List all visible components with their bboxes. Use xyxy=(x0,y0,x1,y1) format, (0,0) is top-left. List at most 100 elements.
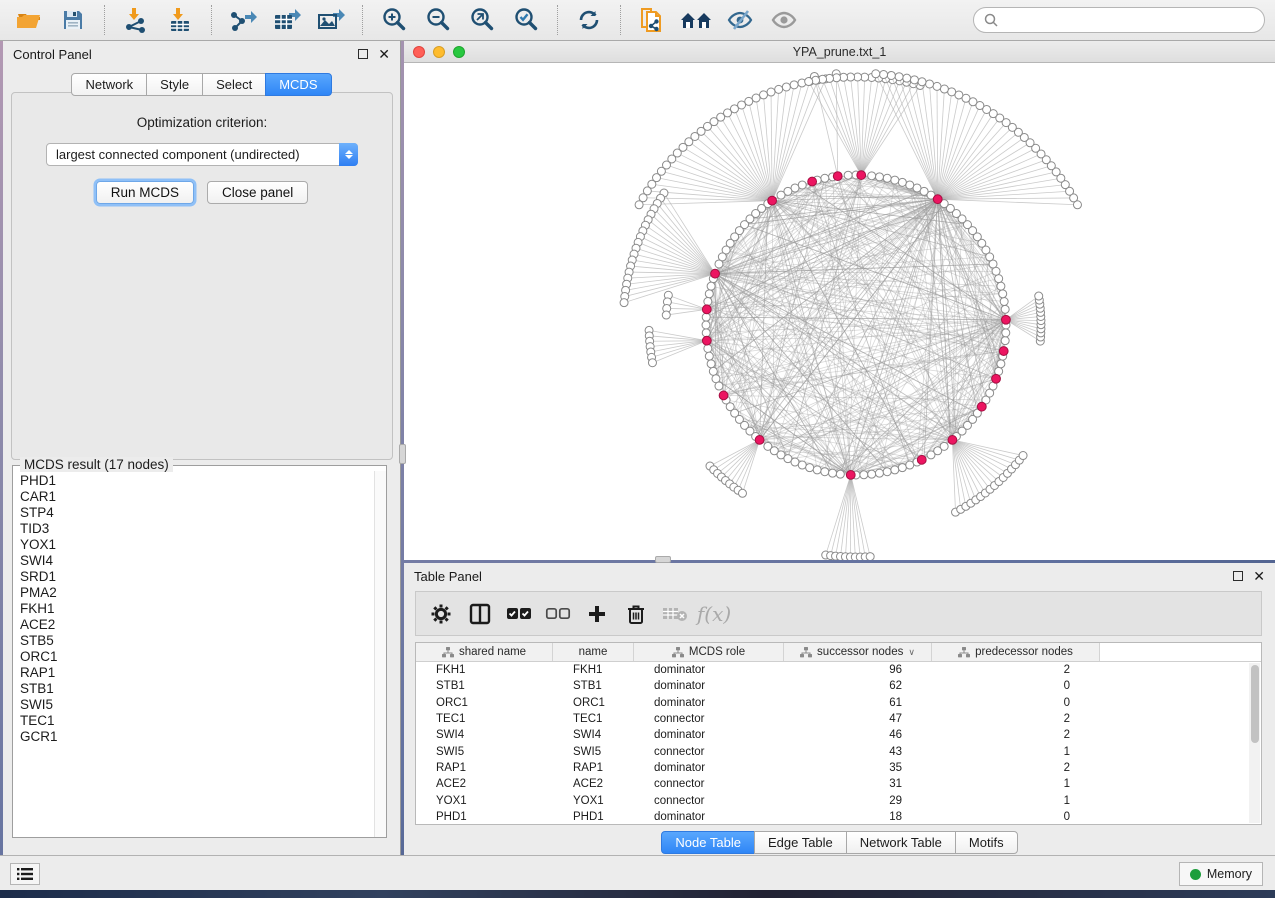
table-scrollbar[interactable] xyxy=(1249,663,1260,823)
table-row[interactable]: ORC1ORC1dominator610 xyxy=(416,695,1261,711)
search-input[interactable] xyxy=(1004,13,1254,28)
table-row[interactable]: PHD1PHD1dominator180 xyxy=(416,809,1261,825)
table-panel-titlebar: Table Panel ✕ xyxy=(404,563,1275,589)
cell-successor_nodes: 31 xyxy=(784,778,932,790)
table-row[interactable]: FKH1FKH1dominator962 xyxy=(416,662,1261,678)
desktop-wallpaper xyxy=(0,890,1275,898)
import-table-icon[interactable] xyxy=(161,4,199,36)
column-header-MCDS-role[interactable]: MCDS role xyxy=(634,643,784,661)
export-image-icon[interactable] xyxy=(312,4,350,36)
column-label: name xyxy=(579,646,608,658)
close-table-panel-icon[interactable]: ✕ xyxy=(1253,569,1265,583)
column-header-successor-nodes[interactable]: successor nodes∨ xyxy=(784,643,932,661)
table-row[interactable]: SWI4SWI4dominator462 xyxy=(416,727,1261,743)
cell-mcds_role: connector xyxy=(634,746,784,758)
cell-name: RAP1 xyxy=(553,762,634,774)
delete-column-icon[interactable] xyxy=(619,598,653,630)
table-scrollbar-thumb[interactable] xyxy=(1251,665,1259,743)
cell-predecessor_nodes: 0 xyxy=(932,697,1100,709)
table-row[interactable]: YOX1YOX1connector291 xyxy=(416,792,1261,808)
tab-style[interactable]: Style xyxy=(146,73,203,96)
column-label: MCDS role xyxy=(689,646,745,658)
column-header-shared-name[interactable]: shared name xyxy=(416,643,553,661)
first-neighbors-icon[interactable] xyxy=(677,4,715,36)
sort-down-icon: ∨ xyxy=(908,647,915,658)
refresh-icon[interactable] xyxy=(570,4,608,36)
cytoscape-app: Control Panel ✕ NetworkStyleSelectMCDS O… xyxy=(0,0,1275,898)
tab-mcds[interactable]: MCDS xyxy=(265,73,331,96)
tab-network[interactable]: Network xyxy=(71,73,147,96)
horizontal-splitter-handle[interactable] xyxy=(655,556,671,563)
cell-successor_nodes: 62 xyxy=(784,680,932,692)
node-table-header: shared name name MCDS role successor nodes∨… xyxy=(416,643,1261,662)
mcds-result-list[interactable]: PHD1CAR1STP4TID3YOX1SWI4SRD1PMA2FKH1ACE2… xyxy=(13,471,374,837)
table-row[interactable]: TEC1TEC1connector472 xyxy=(416,711,1261,727)
hide-columns-icon[interactable] xyxy=(541,598,575,630)
criterion-select[interactable]: largest connected component (undirected) xyxy=(46,143,358,166)
mcds-result-scrollbar[interactable] xyxy=(374,471,386,837)
add-column-icon[interactable] xyxy=(580,598,614,630)
cell-mcds_role: dominator xyxy=(634,729,784,741)
memory-status-icon xyxy=(1190,869,1201,880)
run-mcds-button[interactable]: Run MCDS xyxy=(96,181,194,204)
cell-successor_nodes: 46 xyxy=(784,729,932,741)
control-tabs: NetworkStyleSelectMCDS xyxy=(3,73,400,96)
clone-network-icon[interactable] xyxy=(633,4,671,36)
memory-button[interactable]: Memory xyxy=(1179,862,1263,886)
zoom-in-icon[interactable] xyxy=(375,4,413,36)
cell-mcds_role: connector xyxy=(634,713,784,725)
zoom-fit-icon[interactable] xyxy=(463,4,501,36)
tab-select[interactable]: Select xyxy=(202,73,266,96)
show-panels-button[interactable] xyxy=(10,863,40,885)
export-table-icon[interactable] xyxy=(268,4,306,36)
result-node: RAP1 xyxy=(20,665,374,681)
save-session-icon[interactable] xyxy=(54,4,92,36)
delete-table-icon[interactable] xyxy=(658,598,692,630)
table-row[interactable]: SWI5SWI5connector431 xyxy=(416,743,1261,759)
zoom-out-icon[interactable] xyxy=(419,4,457,36)
close-panel-button[interactable]: Close panel xyxy=(207,181,308,204)
show-all-icon[interactable] xyxy=(765,4,803,36)
table-panel: Table Panel ✕ xyxy=(404,563,1275,855)
tab-edge-table[interactable]: Edge Table xyxy=(754,831,847,854)
table-row[interactable]: STB1STB1dominator620 xyxy=(416,678,1261,694)
shared-column-icon xyxy=(442,647,454,658)
network-canvas[interactable] xyxy=(404,63,1275,560)
cell-name: SWI4 xyxy=(553,729,634,741)
result-node: YOX1 xyxy=(20,537,374,553)
cell-mcds_role: connector xyxy=(634,778,784,790)
cell-shared_name: TEC1 xyxy=(416,713,553,725)
table-toolbar: f(x) xyxy=(415,591,1262,636)
toolbar-separator xyxy=(362,5,363,35)
tab-motifs[interactable]: Motifs xyxy=(955,831,1018,854)
open-session-icon[interactable] xyxy=(10,4,48,36)
vertical-splitter-handle[interactable] xyxy=(399,444,406,464)
column-header-name[interactable]: name xyxy=(553,643,634,661)
hide-selected-icon[interactable] xyxy=(721,4,759,36)
table-row[interactable]: RAP1RAP1dominator352 xyxy=(416,760,1261,776)
import-network-icon[interactable] xyxy=(117,4,155,36)
export-network-icon[interactable] xyxy=(224,4,262,36)
criterion-selected-value: largest connected component (undirected) xyxy=(47,147,339,162)
shared-column-icon xyxy=(958,647,970,658)
table-row[interactable]: ACE2ACE2connector311 xyxy=(416,776,1261,792)
cell-predecessor_nodes: 0 xyxy=(932,811,1100,823)
cell-successor_nodes: 43 xyxy=(784,746,932,758)
search-field[interactable] xyxy=(973,7,1265,33)
float-table-panel-icon[interactable] xyxy=(1233,571,1243,581)
column-header-predecessor-nodes[interactable]: predecessor nodes xyxy=(932,643,1100,661)
float-panel-icon[interactable] xyxy=(358,49,368,59)
show-columns-icon[interactable] xyxy=(502,598,536,630)
tab-node-table[interactable]: Node Table xyxy=(661,831,755,854)
tab-network-table[interactable]: Network Table xyxy=(846,831,956,854)
column-label: shared name xyxy=(459,646,526,658)
function-builder-icon[interactable]: f(x) xyxy=(697,598,731,630)
result-node: GCR1 xyxy=(20,729,374,745)
zoom-selected-icon[interactable] xyxy=(507,4,545,36)
gear-icon[interactable] xyxy=(424,598,458,630)
close-panel-icon[interactable]: ✕ xyxy=(378,47,390,61)
column-layout-icon[interactable] xyxy=(463,598,497,630)
network-titlebar[interactable]: YPA_prune.txt_1 xyxy=(404,41,1275,63)
cell-predecessor_nodes: 2 xyxy=(932,729,1100,741)
cell-shared_name: ORC1 xyxy=(416,697,553,709)
